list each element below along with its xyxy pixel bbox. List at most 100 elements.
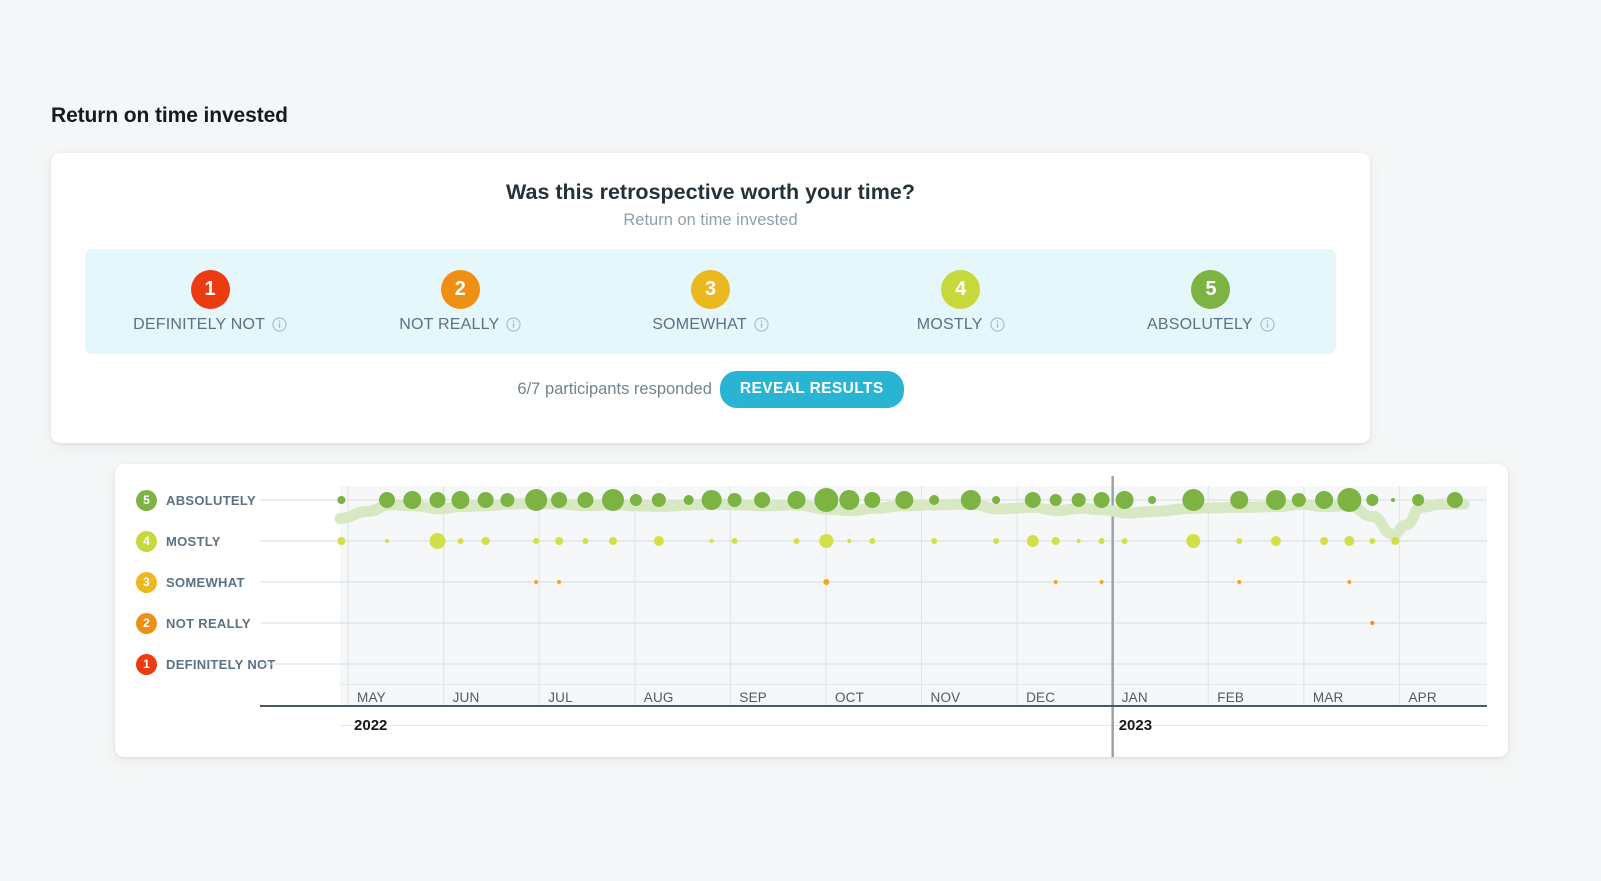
- data-point[interactable]: [557, 580, 562, 584]
- data-point[interactable]: [823, 579, 830, 585]
- info-icon[interactable]: [272, 317, 287, 332]
- data-point[interactable]: [1236, 538, 1243, 544]
- rating-option-2[interactable]: 2 NOT REALLY: [335, 249, 585, 354]
- data-point[interactable]: [500, 493, 515, 507]
- data-point[interactable]: [429, 533, 446, 549]
- data-point[interactable]: [793, 538, 800, 544]
- data-point[interactable]: [1071, 493, 1086, 507]
- data-point[interactable]: [1270, 536, 1281, 546]
- data-point[interactable]: [1366, 494, 1379, 506]
- data-point[interactable]: [1337, 488, 1362, 512]
- data-point[interactable]: [1148, 496, 1157, 504]
- data-point[interactable]: [701, 490, 722, 510]
- data-point[interactable]: [337, 537, 346, 545]
- data-point[interactable]: [1049, 494, 1062, 506]
- data-point[interactable]: [1026, 535, 1039, 547]
- data-point[interactable]: [1369, 538, 1376, 544]
- chart-card: 5 ABSOLUTELY 4 MOSTLY 3 SOMEWHAT 2 NOT REALLY 1 D…: [115, 464, 1508, 757]
- rating-option-1[interactable]: 1 DEFINITELY NOT: [85, 249, 335, 354]
- data-point[interactable]: [869, 538, 876, 544]
- data-point[interactable]: [582, 538, 589, 544]
- data-point[interactable]: [683, 495, 694, 505]
- data-point[interactable]: [1093, 492, 1110, 508]
- data-point[interactable]: [379, 492, 396, 508]
- data-point[interactable]: [1115, 491, 1134, 509]
- data-point[interactable]: [847, 539, 852, 543]
- data-point[interactable]: [1315, 491, 1334, 509]
- data-point[interactable]: [1320, 537, 1329, 545]
- data-point[interactable]: [931, 538, 938, 544]
- data-point[interactable]: [1390, 498, 1395, 502]
- data-point[interactable]: [1121, 538, 1128, 544]
- data-point[interactable]: [555, 537, 564, 545]
- data-point[interactable]: [481, 537, 490, 545]
- data-point[interactable]: [477, 492, 494, 508]
- data-point[interactable]: [551, 492, 568, 508]
- data-point[interactable]: [608, 537, 617, 545]
- rating-option-3[interactable]: 3 SOMEWHAT: [585, 249, 835, 354]
- data-point[interactable]: [1412, 494, 1425, 506]
- data-point[interactable]: [1391, 537, 1400, 545]
- data-point[interactable]: [429, 492, 446, 508]
- data-point[interactable]: [1099, 580, 1104, 584]
- info-icon[interactable]: [506, 317, 521, 332]
- data-point[interactable]: [754, 492, 771, 508]
- data-point[interactable]: [960, 490, 981, 510]
- data-point[interactable]: [403, 491, 422, 509]
- data-point[interactable]: [525, 489, 548, 511]
- poll-question: Was this retrospective worth your time?: [506, 180, 915, 204]
- data-point[interactable]: [839, 490, 860, 510]
- data-point[interactable]: [337, 496, 346, 504]
- data-point[interactable]: [534, 580, 539, 584]
- x-tick-sep: SEP: [739, 690, 767, 705]
- data-point[interactable]: [1291, 493, 1306, 507]
- rating-label-2: NOT REALLY: [399, 315, 500, 333]
- page-title: Return on time invested: [51, 104, 288, 127]
- x-tick-apr: APR: [1408, 690, 1437, 705]
- data-point[interactable]: [1265, 490, 1286, 510]
- data-point[interactable]: [1347, 580, 1352, 584]
- info-icon[interactable]: [1260, 317, 1275, 332]
- data-point[interactable]: [629, 494, 642, 506]
- data-point[interactable]: [787, 491, 806, 509]
- poll-subtitle: Return on time invested: [623, 211, 798, 229]
- plot-background: [340, 486, 1487, 706]
- data-point[interactable]: [1024, 492, 1041, 508]
- data-point[interactable]: [1051, 537, 1060, 545]
- info-icon[interactable]: [989, 317, 1005, 332]
- data-point[interactable]: [457, 538, 464, 544]
- data-point[interactable]: [1182, 489, 1205, 511]
- data-point[interactable]: [601, 489, 624, 511]
- data-point[interactable]: [992, 496, 1001, 504]
- data-point[interactable]: [1053, 580, 1058, 584]
- data-point[interactable]: [731, 538, 738, 544]
- data-point[interactable]: [533, 538, 540, 544]
- data-point[interactable]: [709, 539, 714, 543]
- data-point[interactable]: [929, 495, 940, 505]
- data-point[interactable]: [814, 488, 839, 512]
- data-point[interactable]: [451, 491, 470, 509]
- data-point[interactable]: [577, 492, 594, 508]
- data-point[interactable]: [651, 493, 666, 507]
- rating-label-3: SOMEWHAT: [652, 315, 747, 333]
- data-point[interactable]: [1344, 536, 1355, 546]
- data-point[interactable]: [895, 491, 914, 509]
- data-point[interactable]: [385, 539, 390, 543]
- data-point[interactable]: [1237, 580, 1242, 584]
- data-point[interactable]: [993, 538, 1000, 544]
- reveal-results-button[interactable]: REVEAL RESULTS: [719, 371, 904, 408]
- rating-option-4[interactable]: 4 MOSTLY: [836, 249, 1086, 354]
- data-point[interactable]: [1076, 539, 1081, 543]
- data-point[interactable]: [1446, 492, 1463, 508]
- x-tick-jun: JUN: [452, 690, 480, 705]
- data-point[interactable]: [727, 493, 742, 507]
- data-point[interactable]: [1230, 491, 1249, 509]
- rating-option-5[interactable]: 5 ABSOLUTELY: [1086, 249, 1336, 354]
- info-icon[interactable]: [754, 317, 769, 332]
- data-point[interactable]: [864, 492, 881, 508]
- data-point[interactable]: [1098, 538, 1105, 544]
- data-point[interactable]: [819, 534, 834, 548]
- data-point[interactable]: [1186, 534, 1201, 548]
- data-point[interactable]: [653, 536, 664, 546]
- data-point[interactable]: [1370, 621, 1375, 625]
